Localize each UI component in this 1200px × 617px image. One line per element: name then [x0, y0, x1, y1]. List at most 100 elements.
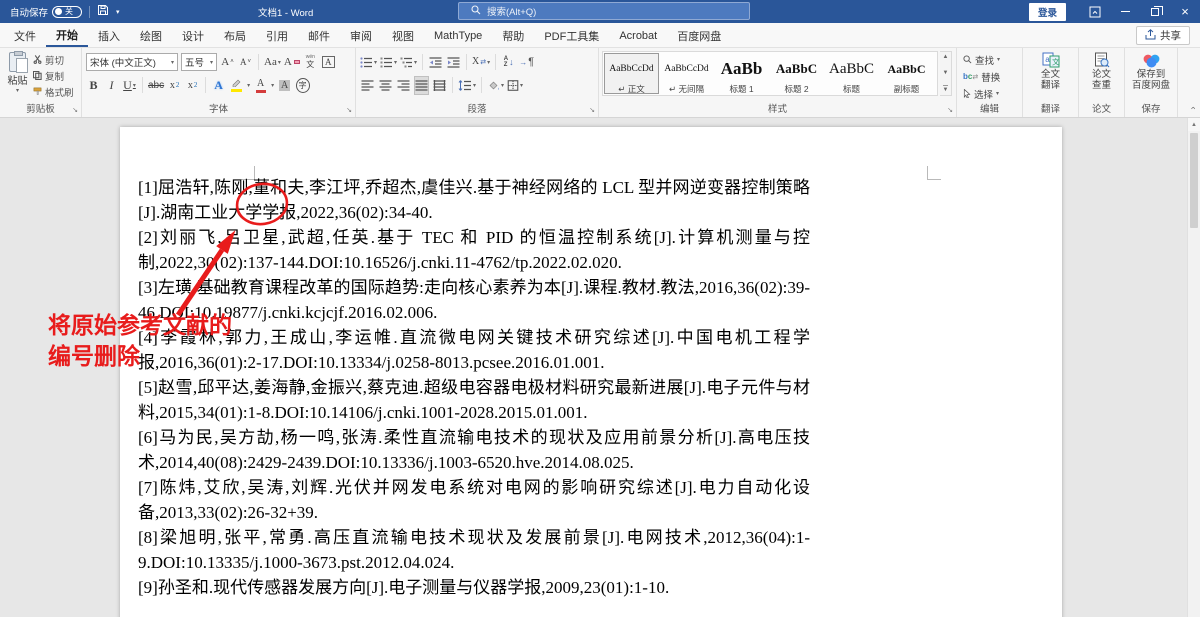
tab-帮助[interactable]: 帮助 [492, 23, 534, 47]
autosave-switch-icon[interactable]: 关 [52, 6, 82, 18]
text-effects-button[interactable]: A [211, 76, 226, 95]
copy-button[interactable]: 复制 [33, 69, 74, 82]
line-spacing-button[interactable]: ▾ [458, 76, 476, 95]
font-name-select[interactable]: 宋体 (中文正文)▾ [86, 53, 178, 71]
align-center-button[interactable] [378, 76, 393, 95]
tab-视图[interactable]: 视图 [382, 23, 424, 47]
qat-dropdown-icon[interactable]: ▾ [116, 8, 120, 16]
gallery-up-icon[interactable]: ▲ [943, 54, 949, 60]
enclose-characters-button[interactable]: 字 [295, 76, 310, 95]
tab-插入[interactable]: 插入 [88, 23, 130, 47]
subscript-button[interactable]: x2 [167, 76, 182, 95]
vertical-scrollbar[interactable]: ▲ [1187, 118, 1200, 617]
tab-审阅[interactable]: 审阅 [340, 23, 382, 47]
numbered-list-button[interactable]: ▾ [380, 53, 397, 72]
reference-item: [3]左璜.基础教育课程改革的国际趋势:走向核心素养为本[J].课程.教材.教法… [138, 275, 810, 325]
change-case-button[interactable]: Aa▾ [264, 53, 281, 72]
character-shading-button[interactable]: A [277, 76, 292, 95]
tab-百度网盘[interactable]: 百度网盘 [667, 23, 731, 47]
find-button[interactable]: 查找▾ [963, 52, 1000, 67]
paste-dropdown-icon[interactable]: ▾ [4, 87, 31, 94]
align-right-button[interactable] [396, 76, 411, 95]
highlight-color-button[interactable] [229, 76, 244, 95]
tab-绘图[interactable]: 绘图 [130, 23, 172, 47]
clipboard-dialog-launcher[interactable]: ↘ [72, 107, 78, 114]
decrease-indent-button[interactable] [428, 53, 443, 72]
reference-item: [4]李霞林,郭力,王成山,李运帷.直流微电网关键技术研究综述[J].中国电机工… [138, 325, 810, 375]
tab-MathType[interactable]: MathType [424, 23, 492, 47]
tab-邮件[interactable]: 邮件 [298, 23, 340, 47]
font-size-select[interactable]: 五号▾ [181, 53, 217, 71]
style-item-标题 2[interactable]: AaBbC标题 2 [769, 53, 824, 94]
close-button[interactable]: × [1170, 0, 1200, 23]
bold-button[interactable]: B [86, 76, 101, 95]
italic-button[interactable]: I [104, 76, 119, 95]
full-text-translate-button[interactable]: a文 全文 翻译 [1023, 51, 1078, 92]
asian-layout-button[interactable]: X⇄▾ [472, 53, 490, 72]
font-color-button[interactable]: A [253, 76, 268, 95]
tab-引用[interactable]: 引用 [256, 23, 298, 47]
autosave-toggle[interactable]: 自动保存 关 [10, 5, 82, 19]
styles-gallery-scroll[interactable]: ▲ ▼ ▼ [940, 51, 952, 96]
document-area: [1]屈浩轩,陈刚,董和夫,李江坪,乔超杰,虞佳兴.基于神经网络的 LCL 型并… [0, 118, 1200, 617]
scrollbar-thumb[interactable] [1190, 133, 1198, 228]
grow-font-button[interactable]: A˄ [220, 53, 235, 72]
superscript-button[interactable]: x2 [185, 76, 200, 95]
numbered-list-icon [380, 57, 393, 68]
save-icon[interactable] [97, 4, 109, 19]
replace-icon: bc⇄ [963, 72, 978, 81]
scroll-up-icon[interactable]: ▲ [1188, 118, 1200, 131]
search-input[interactable]: 搜索(Alt+Q) [458, 2, 750, 20]
bullet-list-button[interactable]: ▾ [360, 53, 377, 72]
clear-formatting-button[interactable]: A [284, 53, 300, 72]
strikethrough-button[interactable]: abc [148, 76, 164, 95]
styles-dialog-launcher[interactable]: ↘ [947, 107, 953, 114]
style-item-正文[interactable]: AaBbCcDd↵ 正文 [604, 53, 659, 94]
style-item-无间隔[interactable]: AaBbCcDd↵ 无间隔 [659, 53, 714, 94]
tab-Acrobat[interactable]: Acrobat [609, 23, 667, 47]
restore-button[interactable] [1140, 0, 1170, 23]
shading-button[interactable]: ▾ [487, 76, 504, 95]
multilevel-list-button[interactable]: ▾ [400, 53, 417, 72]
tab-文件[interactable]: 文件 [4, 23, 46, 47]
gallery-more-icon[interactable]: ▼ [943, 85, 949, 93]
gallery-down-icon[interactable]: ▼ [943, 70, 949, 76]
login-button[interactable]: 登录 [1029, 3, 1066, 21]
ribbon-display-options-icon[interactable] [1080, 0, 1110, 23]
align-left-button[interactable] [360, 76, 375, 95]
show-hide-marks-button[interactable]: →¶ [519, 53, 534, 72]
translate-group-label: 翻译 [1023, 101, 1078, 115]
style-item-副标题[interactable]: AaBbC副标题 [879, 53, 934, 94]
paper-check-button[interactable]: 论文 查重 [1079, 51, 1124, 92]
tab-设计[interactable]: 设计 [172, 23, 214, 47]
font-dialog-launcher[interactable]: ↘ [346, 107, 352, 114]
minimize-button[interactable] [1110, 0, 1140, 23]
select-button[interactable]: 选择▾ [963, 86, 1000, 101]
paragraph-dialog-launcher[interactable]: ↘ [589, 107, 595, 114]
style-item-标题[interactable]: AaBbC标题 [824, 53, 879, 94]
share-button[interactable]: 共享 [1136, 26, 1190, 45]
style-name: ↵ 无间隔 [660, 83, 713, 95]
cut-button[interactable]: 剪切 [33, 53, 74, 66]
underline-button[interactable]: U▾ [122, 76, 137, 95]
format-painter-button[interactable]: 格式刷 [33, 85, 74, 98]
tab-开始[interactable]: 开始 [46, 23, 88, 47]
sort-button[interactable]: AZ↓ [501, 53, 516, 72]
document-text[interactable]: [1]屈浩轩,陈刚,董和夫,李江坪,乔超杰,虞佳兴.基于神经网络的 LCL 型并… [138, 175, 810, 600]
tab-布局[interactable]: 布局 [214, 23, 256, 47]
paste-button[interactable]: 粘贴 ▾ [4, 52, 31, 94]
justify-button[interactable] [414, 76, 429, 95]
increase-indent-button[interactable] [446, 53, 461, 72]
tab-PDF工具集[interactable]: PDF工具集 [534, 23, 609, 47]
style-item-标题 1[interactable]: AaBb标题 1 [714, 53, 769, 94]
character-border-button[interactable]: A [321, 53, 336, 72]
replace-button[interactable]: bc⇄ 替换 [963, 69, 1000, 84]
borders-button[interactable]: ▾ [507, 76, 523, 95]
save-to-netdisk-button[interactable]: 保存到 百度网盘 [1125, 51, 1177, 92]
annotation-note: 将原始参考文献的 编号删除 [48, 310, 232, 372]
collapse-ribbon-icon[interactable]: › [1188, 107, 1198, 110]
bullet-list-icon [360, 57, 373, 68]
phonetic-guide-button[interactable]: wén文 [303, 53, 318, 72]
distribute-button[interactable] [432, 76, 447, 95]
shrink-font-button[interactable]: A˅ [238, 53, 253, 72]
